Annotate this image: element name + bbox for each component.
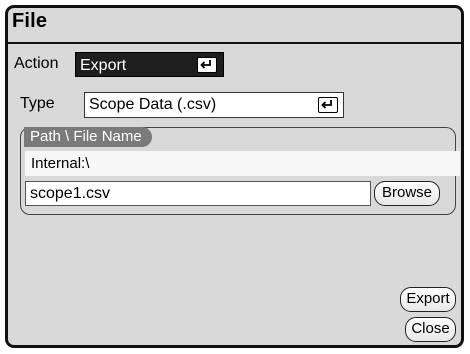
filename-input[interactable]: scope1.csv	[25, 181, 371, 206]
dialog-title: File	[12, 10, 48, 32]
enter-key-icon	[197, 56, 217, 73]
action-label: Action	[14, 55, 59, 72]
path-display[interactable]: Internal:\	[25, 151, 460, 176]
type-select-value: Scope Data (.csv)	[89, 96, 217, 113]
browse-button[interactable]: Browse	[374, 181, 440, 206]
file-dialog: File Action Export Type Scope Data (.csv…	[5, 5, 464, 348]
close-button[interactable]: Close	[405, 317, 456, 342]
title-divider	[8, 42, 461, 44]
export-button[interactable]: Export	[400, 287, 456, 312]
action-select[interactable]: Export	[75, 52, 224, 77]
action-select-value: Export	[80, 57, 127, 74]
type-select[interactable]: Scope Data (.csv)	[84, 92, 344, 118]
path-file-group-label: Path \ File Name	[24, 127, 152, 147]
enter-key-icon	[318, 97, 338, 113]
type-label: Type	[20, 95, 55, 112]
